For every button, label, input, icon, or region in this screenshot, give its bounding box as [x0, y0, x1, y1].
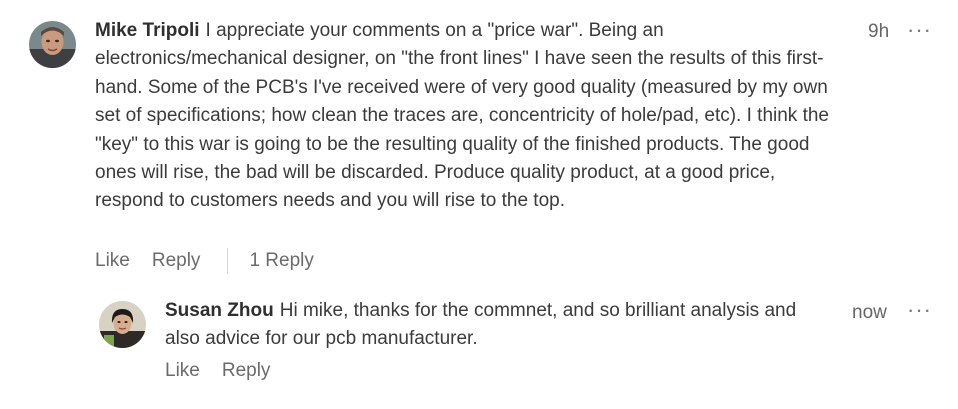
comment-author[interactable]: Mike Tripoli: [95, 20, 200, 41]
avatar[interactable]: [29, 21, 76, 68]
comment-text: I appreciate your comments on a "price w…: [95, 20, 829, 212]
comment-timestamp: now: [852, 302, 887, 323]
ellipsis-icon[interactable]: ···: [907, 19, 932, 41]
comment-actions: Like Reply 1 Reply: [95, 248, 314, 274]
ellipsis-icon[interactable]: ···: [907, 299, 932, 321]
reply-body: Susan Zhou Hi mike, thanks for the commne…: [165, 297, 805, 354]
divider: [227, 248, 229, 274]
like-button[interactable]: Like: [95, 250, 130, 272]
avatar[interactable]: [99, 301, 146, 348]
comment-author[interactable]: Susan Zhou: [165, 300, 274, 321]
like-button[interactable]: Like: [165, 360, 200, 382]
reply-button[interactable]: Reply: [152, 250, 201, 272]
comment-actions: Like Reply: [165, 360, 270, 382]
comment-timestamp: 9h: [868, 21, 890, 42]
comment-body: Mike Tripoli I appreciate your comments o…: [95, 17, 840, 216]
reply-button[interactable]: Reply: [222, 360, 271, 382]
replies-count-link[interactable]: 1 Reply: [249, 250, 313, 272]
